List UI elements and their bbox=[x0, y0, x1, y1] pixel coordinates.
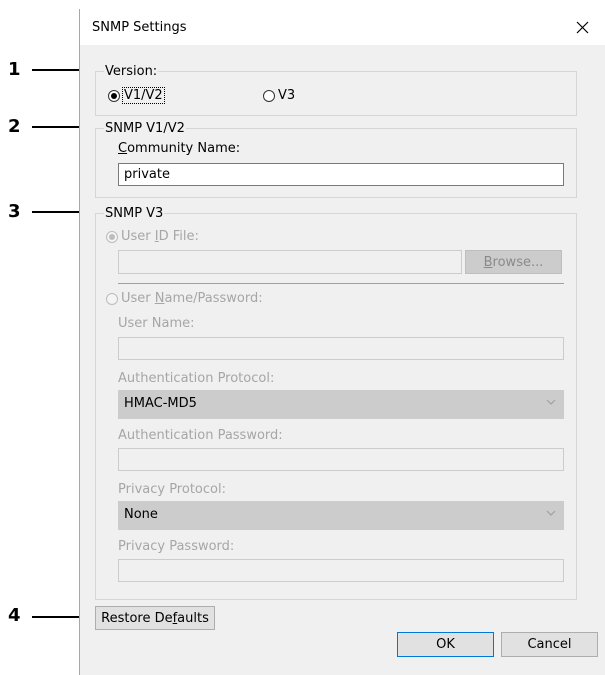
cancel-button[interactable]: Cancel bbox=[501, 632, 598, 657]
dialog-title: SNMP Settings bbox=[92, 20, 187, 35]
radio-v3-label: V3 bbox=[278, 88, 296, 103]
callout-2: 2 bbox=[8, 116, 21, 137]
title-bar: SNMP Settings bbox=[80, 9, 605, 45]
chevron-down-icon bbox=[546, 396, 556, 409]
version-legend: Version: bbox=[104, 64, 159, 79]
restore-defaults-label: Restore Defaults bbox=[101, 610, 209, 626]
callout-4: 4 bbox=[8, 605, 21, 626]
snmp-v1v2-legend: SNMP V1/V2 bbox=[104, 121, 186, 136]
privacy-protocol-select[interactable]: None bbox=[118, 501, 564, 530]
privacy-password-input[interactable] bbox=[118, 559, 564, 582]
community-name-input[interactable]: private bbox=[118, 163, 564, 186]
snmp-v3-legend: SNMP V3 bbox=[104, 206, 165, 221]
snmp-settings-dialog: SNMP Settings Version: V1/V2 V3 SNMP V1/… bbox=[79, 9, 605, 675]
user-name-input[interactable] bbox=[118, 337, 564, 360]
radio-v3[interactable]: V3 bbox=[263, 88, 295, 103]
privacy-password-label: Privacy Password: bbox=[118, 539, 235, 554]
restore-defaults-button[interactable]: Restore Defaults bbox=[95, 606, 215, 630]
auth-protocol-value: HMAC-MD5 bbox=[124, 396, 197, 411]
auth-password-input[interactable] bbox=[118, 448, 564, 471]
callout-1: 1 bbox=[8, 59, 21, 80]
privacy-protocol-value: None bbox=[124, 507, 158, 522]
close-icon bbox=[576, 21, 588, 33]
auth-protocol-select[interactable]: HMAC-MD5 bbox=[118, 390, 564, 419]
radio-user-name-password[interactable]: User Name/Password: bbox=[106, 291, 263, 306]
privacy-protocol-label: Privacy Protocol: bbox=[118, 482, 226, 497]
browse-button[interactable]: Browse... bbox=[465, 250, 562, 274]
radio-user-name-password-label: User Name/Password: bbox=[121, 291, 263, 306]
user-name-label: User Name: bbox=[118, 316, 195, 331]
version-group bbox=[95, 71, 577, 116]
radio-user-id-file-indicator bbox=[106, 230, 118, 243]
browse-button-label: Browse... bbox=[483, 254, 544, 270]
radio-v1v2[interactable]: V1/V2 bbox=[108, 87, 165, 104]
radio-user-id-file-label: User ID File: bbox=[121, 229, 199, 244]
radio-v3-indicator bbox=[263, 89, 275, 102]
chevron-down-icon bbox=[546, 507, 556, 520]
ok-button[interactable]: OK bbox=[397, 632, 494, 657]
radio-v1v2-label: V1/V2 bbox=[122, 87, 165, 104]
callout-3: 3 bbox=[8, 201, 21, 222]
auth-protocol-label: Authentication Protocol: bbox=[118, 371, 275, 386]
radio-v1v2-indicator bbox=[108, 89, 120, 102]
user-id-file-input[interactable] bbox=[118, 250, 462, 274]
auth-password-label: Authentication Password: bbox=[118, 428, 283, 443]
close-button[interactable] bbox=[559, 9, 605, 45]
radio-user-name-password-indicator bbox=[106, 292, 118, 305]
separator bbox=[118, 283, 564, 284]
radio-user-id-file[interactable]: User ID File: bbox=[106, 229, 199, 244]
community-name-label: Community Name: bbox=[118, 141, 241, 156]
